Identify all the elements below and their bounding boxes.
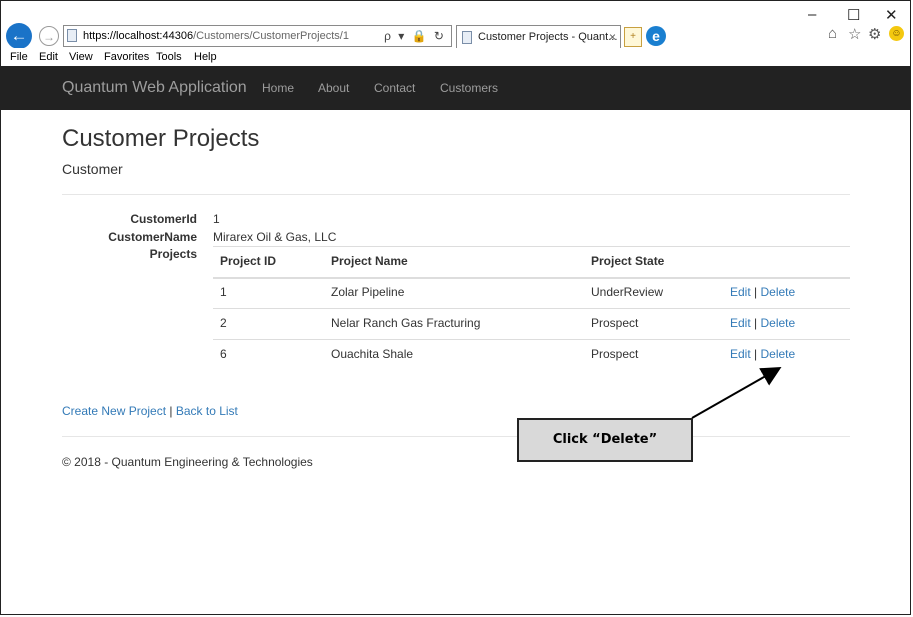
nav-about[interactable]: About xyxy=(318,81,349,95)
row-project-id: 1 xyxy=(220,285,227,299)
menu-edit[interactable]: Edit xyxy=(39,51,58,63)
row-project-id: 2 xyxy=(220,316,227,330)
edit-link[interactable]: Edit xyxy=(730,347,751,361)
feedback-smiley-icon[interactable]: ☺ xyxy=(889,26,904,41)
footer-divider xyxy=(62,436,850,437)
menu-favorites[interactable]: Favorites xyxy=(104,51,149,63)
forward-arrow-icon[interactable]: → xyxy=(39,26,59,46)
header-project-id: Project ID xyxy=(220,254,277,268)
row-project-name: Nelar Ranch Gas Fracturing xyxy=(331,316,481,330)
back-to-list-link[interactable]: Back to List xyxy=(176,404,238,418)
brand-link[interactable]: Quantum Web Application xyxy=(62,79,247,97)
menu-tools[interactable]: Tools xyxy=(156,51,182,63)
page-title: Customer Projects xyxy=(62,125,260,152)
home-icon[interactable]: ⌂ xyxy=(828,25,837,42)
menu-view[interactable]: View xyxy=(69,51,93,63)
tab-title: Customer Projects - Quant... xyxy=(478,31,618,43)
url-path: /Customers/CustomerProjects/1 xyxy=(193,30,349,42)
close-window-icon[interactable]: ✕ xyxy=(885,6,898,24)
page-subtitle: Customer xyxy=(62,161,123,177)
table-top-border xyxy=(213,246,850,247)
header-project-state: Project State xyxy=(591,254,665,268)
maximize-icon[interactable]: ☐ xyxy=(847,6,860,24)
row-actions: Edit | Delete xyxy=(730,285,795,299)
row-actions: Edit | Delete xyxy=(730,316,795,330)
customer-id-value: 1 xyxy=(213,212,220,226)
site-navbar: Quantum Web Application Home About Conta… xyxy=(1,66,910,110)
table-header-border xyxy=(213,277,850,279)
row-project-name: Zolar Pipeline xyxy=(331,285,405,299)
edit-link[interactable]: Edit xyxy=(730,285,751,299)
menu-bar: File Edit View Favorites Tools Help xyxy=(1,48,910,66)
address-url[interactable]: https://localhost:44306/Customers/Custom… xyxy=(83,26,349,46)
nav-contact[interactable]: Contact xyxy=(374,81,415,95)
favorites-star-icon[interactable]: ☆ xyxy=(848,25,861,43)
new-tab-icon[interactable]: + xyxy=(624,27,642,47)
menu-file[interactable]: File xyxy=(10,51,28,63)
back-arrow-icon[interactable]: ← xyxy=(6,23,32,49)
header-project-name: Project Name xyxy=(331,254,408,268)
edit-link[interactable]: Edit xyxy=(730,316,751,330)
divider xyxy=(62,194,850,195)
url-host: https://localhost:44306 xyxy=(83,30,194,42)
row-project-id: 6 xyxy=(220,347,227,361)
delete-link[interactable]: Delete xyxy=(761,347,796,361)
action-separator: | xyxy=(754,347,758,361)
page-icon xyxy=(67,29,77,42)
action-separator: | xyxy=(754,285,758,299)
row-project-state: Prospect xyxy=(591,347,639,361)
row-border xyxy=(213,339,850,340)
customer-id-label: CustomerId xyxy=(130,212,197,226)
tab-page-icon xyxy=(462,31,472,44)
customer-name-value: Mirarex Oil & Gas, LLC xyxy=(213,230,337,244)
page-links: Create New Project | Back to List xyxy=(62,404,238,418)
row-border xyxy=(213,308,850,309)
create-new-project-link[interactable]: Create New Project xyxy=(62,404,166,418)
action-separator: | xyxy=(754,316,758,330)
row-actions: Edit | Delete xyxy=(730,347,795,361)
row-project-name: Ouachita Shale xyxy=(331,347,414,361)
projects-label: Projects xyxy=(149,247,197,261)
settings-gear-icon[interactable]: ⚙ xyxy=(868,25,881,43)
minimize-icon[interactable]: – xyxy=(808,6,816,23)
browser-toolbar: ← → https://localhost:44306/Customers/Cu… xyxy=(1,1,910,49)
row-project-state: Prospect xyxy=(591,316,639,330)
copyright-text: © 2018 - Quantum Engineering & Technolog… xyxy=(62,455,313,469)
address-actions[interactable]: ρ ▾ 🔒 ↻ xyxy=(384,26,446,46)
links-separator: | xyxy=(169,404,173,418)
annotation-callout: Click “Delete” xyxy=(517,418,693,462)
nav-home[interactable]: Home xyxy=(262,81,294,95)
address-bar[interactable]: https://localhost:44306/Customers/Custom… xyxy=(63,25,452,47)
row-project-state: UnderReview xyxy=(591,285,664,299)
delete-link[interactable]: Delete xyxy=(761,285,796,299)
nav-customers[interactable]: Customers xyxy=(440,81,498,95)
customer-name-label: CustomerName xyxy=(108,230,197,244)
tab-close-icon[interactable]: × xyxy=(609,26,616,48)
delete-link[interactable]: Delete xyxy=(761,316,796,330)
browser-tab[interactable]: Customer Projects - Quant... × xyxy=(456,25,621,49)
menu-help[interactable]: Help xyxy=(194,51,217,63)
ie-logo-icon: e xyxy=(646,26,666,46)
